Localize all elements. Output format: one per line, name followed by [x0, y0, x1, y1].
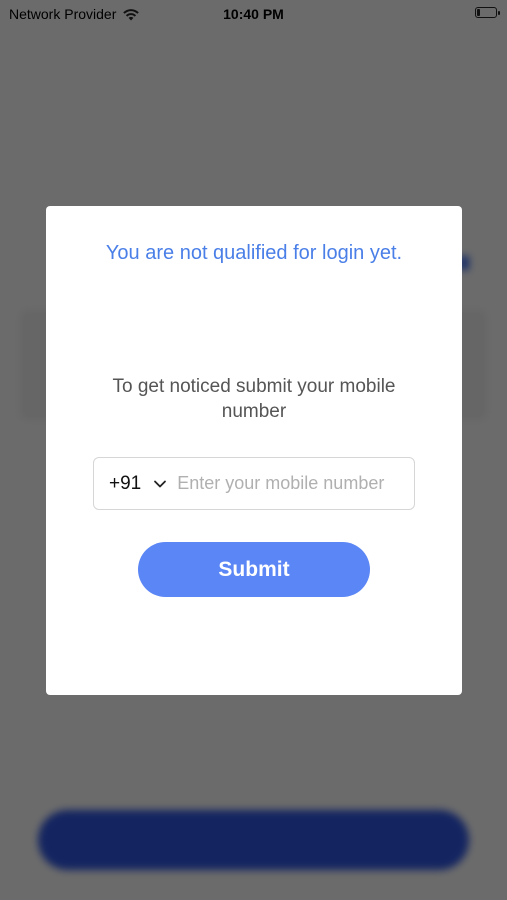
modal-title: You are not qualified for login yet. — [105, 242, 403, 264]
battery-level — [477, 9, 480, 16]
country-code-selector[interactable]: +91 — [94, 458, 167, 509]
mobile-number-field: +91 — [93, 457, 415, 510]
battery-icon — [475, 7, 500, 18]
modal-description: To get noticed submit your mobile number — [112, 376, 396, 422]
submit-button[interactable]: Submit — [138, 542, 370, 597]
chevron-down-icon — [154, 480, 167, 487]
status-bar: Network Provider 10:40 PM — [0, 0, 507, 28]
mobile-number-input[interactable] — [177, 473, 414, 494]
login-qualification-modal: You are not qualified for login yet. To … — [46, 206, 462, 695]
status-time: 10:40 PM — [223, 6, 284, 22]
country-code-value: +91 — [109, 472, 142, 494]
